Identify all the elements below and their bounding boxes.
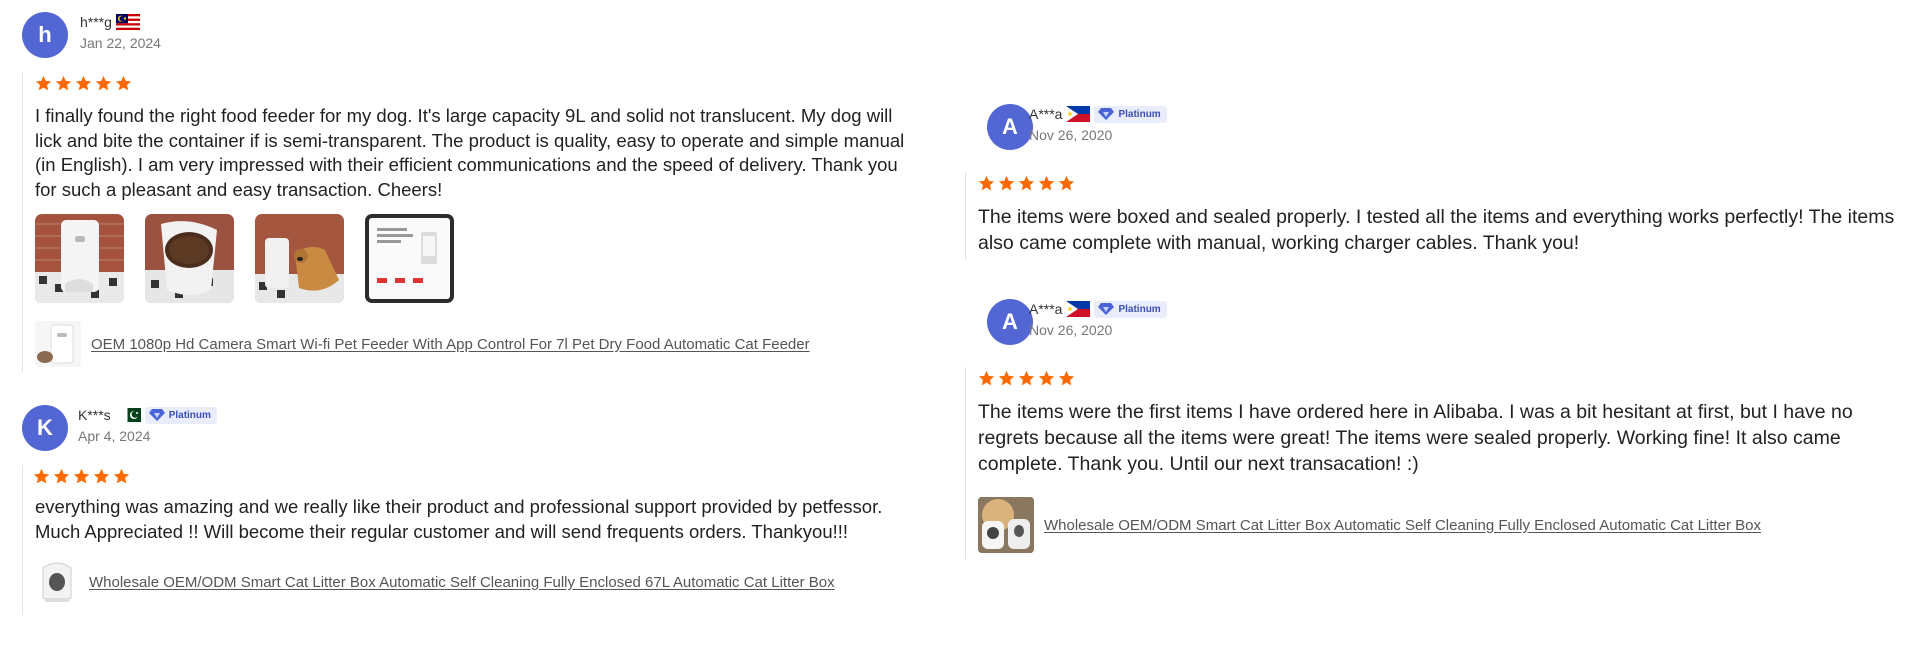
product-thumbnail[interactable] bbox=[35, 558, 79, 606]
avatar: h bbox=[22, 12, 68, 58]
review-photo[interactable] bbox=[145, 214, 234, 303]
review-card: K K***s Platinum Apr 4, 2024 everything … bbox=[0, 405, 930, 615]
review-header: K K***s Platinum Apr 4, 2024 bbox=[0, 405, 930, 461]
avatar: K bbox=[22, 405, 68, 451]
star-icon bbox=[75, 75, 92, 90]
review-date: Nov 26, 2020 bbox=[1029, 127, 1113, 143]
star-icon bbox=[73, 468, 90, 483]
review-header: A A***a Platinum Nov 26, 2020 bbox=[965, 104, 1920, 160]
star-icon bbox=[33, 468, 50, 483]
review-card: h h***g Jan 22, 2024 I finally found the… bbox=[0, 12, 930, 372]
review-date: Nov 26, 2020 bbox=[1029, 322, 1113, 338]
review-card: A A***a Platinum Nov 26, 2020 The items … bbox=[965, 104, 1920, 260]
product-link-row[interactable]: Wholesale OEM/ODM Smart Cat Litter Box A… bbox=[35, 558, 930, 606]
review-date: Jan 22, 2024 bbox=[80, 35, 161, 51]
product-link-row[interactable]: OEM 1080p Hd Camera Smart Wi-fi Pet Feed… bbox=[35, 321, 930, 367]
review-photo[interactable] bbox=[255, 214, 344, 303]
platinum-badge: Platinum bbox=[144, 406, 217, 424]
review-header: A A***a Platinum Nov 26, 2020 bbox=[965, 299, 1920, 355]
product-link[interactable]: Wholesale OEM/ODM Smart Cat Litter Box A… bbox=[89, 574, 835, 591]
star-icon bbox=[1058, 370, 1075, 385]
product-link-row[interactable]: Wholesale OEM/ODM Smart Cat Litter Box A… bbox=[978, 497, 1920, 553]
star-rating bbox=[978, 367, 1920, 389]
product-link[interactable]: Wholesale OEM/ODM Smart Cat Litter Box A… bbox=[1044, 517, 1761, 534]
star-icon bbox=[35, 75, 52, 90]
star-rating bbox=[33, 465, 930, 487]
review-header: h h***g Jan 22, 2024 bbox=[0, 12, 930, 68]
reviewer-name: A***a bbox=[1029, 301, 1063, 317]
star-icon bbox=[95, 75, 112, 90]
review-photo[interactable] bbox=[365, 214, 454, 303]
star-icon bbox=[53, 468, 70, 483]
star-icon bbox=[978, 175, 995, 190]
review-body: I finally found the right food feeder fo… bbox=[22, 72, 930, 372]
reviewer-name: h***g bbox=[80, 14, 112, 30]
star-icon bbox=[998, 175, 1015, 190]
star-icon bbox=[55, 75, 72, 90]
avatar: A bbox=[987, 104, 1033, 150]
platinum-badge: Platinum bbox=[1094, 300, 1167, 318]
product-thumbnail[interactable] bbox=[978, 497, 1034, 553]
diamond-icon bbox=[148, 409, 165, 421]
philippines-flag-icon bbox=[1066, 301, 1091, 317]
star-icon bbox=[998, 370, 1015, 385]
star-icon bbox=[1018, 175, 1035, 190]
avatar: A bbox=[987, 299, 1033, 345]
review-body: everything was amazing and we really lik… bbox=[22, 465, 930, 615]
star-rating bbox=[35, 72, 930, 94]
diamond-icon bbox=[1098, 108, 1115, 120]
pakistan-flag-icon bbox=[122, 408, 141, 422]
review-text: The items were boxed and sealed properly… bbox=[978, 206, 1895, 254]
review-photos bbox=[35, 214, 930, 303]
reviewer-name: K***s bbox=[78, 407, 111, 423]
review-text: The items were the first items I have or… bbox=[978, 401, 1853, 475]
review-text: I finally found the right food feeder fo… bbox=[35, 105, 905, 200]
diamond-icon bbox=[1098, 303, 1115, 315]
star-icon bbox=[1058, 175, 1075, 190]
review-card: A A***a Platinum Nov 26, 2020 The items … bbox=[965, 299, 1920, 559]
star-icon bbox=[1038, 175, 1055, 190]
review-body: The items were the first items I have or… bbox=[965, 367, 1920, 559]
review-body: The items were boxed and sealed properly… bbox=[965, 172, 1920, 260]
review-date: Apr 4, 2024 bbox=[78, 428, 151, 444]
star-icon bbox=[1038, 370, 1055, 385]
review-photo[interactable] bbox=[35, 214, 124, 303]
reviewer-name: A***a bbox=[1029, 106, 1063, 122]
philippines-flag-icon bbox=[1066, 106, 1091, 122]
malaysia-flag-icon bbox=[115, 14, 140, 30]
star-rating bbox=[978, 172, 1920, 194]
star-icon bbox=[978, 370, 995, 385]
star-icon bbox=[113, 468, 130, 483]
star-icon bbox=[115, 75, 132, 90]
review-text: everything was amazing and we really lik… bbox=[35, 496, 883, 542]
product-thumbnail[interactable] bbox=[35, 321, 81, 367]
platinum-badge: Platinum bbox=[1094, 105, 1167, 123]
star-icon bbox=[1018, 370, 1035, 385]
product-link[interactable]: OEM 1080p Hd Camera Smart Wi-fi Pet Feed… bbox=[91, 336, 810, 353]
star-icon bbox=[93, 468, 110, 483]
